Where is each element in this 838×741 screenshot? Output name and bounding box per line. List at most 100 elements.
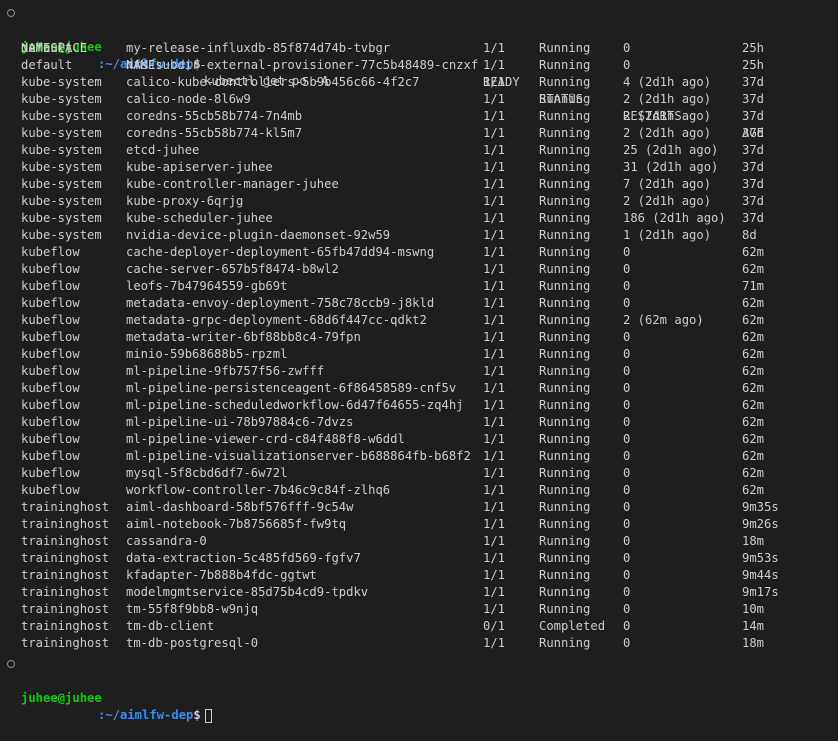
row-pod-name: metadata-writer-6bf88bb8c4-79fpn [126,330,361,344]
row-namespace: kubeflow [21,398,80,412]
row-age: 9m53s [742,551,779,565]
row-status: Running [539,517,591,531]
table-row: traininghost tm-55f8f9bb8-w9njq 1/1 Running… [0,601,838,618]
row-age: 37d [742,143,765,157]
row-ready: 1/1 [483,262,506,276]
row-restarts: 0 [623,449,631,463]
row-age: 9m17s [742,585,779,599]
row-ready: 0/1 [483,619,506,633]
row-restarts: 0 [623,619,631,633]
row-restarts: 0 [623,262,631,276]
row-status: Running [539,109,591,123]
row-status: Running [539,313,591,327]
row-namespace: kube-system [21,92,102,106]
row-ready: 1/1 [483,160,506,174]
row-pod-name: cache-server-657b5f8474-b8wl2 [126,262,339,276]
row-age: 62m [742,262,765,276]
row-age: 62m [742,245,765,259]
row-age: 62m [742,432,765,446]
row-restarts: 0 [623,58,631,72]
row-age: 9m35s [742,500,779,514]
row-age: 18m [742,636,765,650]
row-namespace: kubeflow [21,330,80,344]
row-pod-name: ml-pipeline-viewer-crd-c84f488f8-w6ddl [126,432,405,446]
row-namespace: kube-system [21,75,102,89]
row-ready: 1/1 [483,500,506,514]
row-status: Running [539,602,591,616]
row-restarts: 0 [623,432,631,446]
row-age: 8d [742,228,757,242]
row-namespace: traininghost [21,517,110,531]
row-age: 37d [742,177,765,191]
row-restarts: 0 [623,636,631,650]
row-pod-name: kube-scheduler-juhee [126,211,273,225]
table-row: kubeflow metadata-envoy-deployment-758c78… [0,295,838,312]
row-age: 62m [742,364,765,378]
row-pod-name: nfs-subdir-external-provisioner-77c5b484… [126,58,479,72]
row-status: Running [539,568,591,582]
row-namespace: kubeflow [21,449,80,463]
row-ready: 1/1 [483,228,506,242]
row-restarts: 2 (2d1h ago) [623,109,712,123]
row-namespace: kube-system [21,109,102,123]
row-pod-name: ml-pipeline-9fb757f56-zwfff [126,364,325,378]
table-row: kube-system nvidia-device-plugin-daemonse… [0,227,838,244]
row-ready: 1/1 [483,398,506,412]
row-status: Running [539,500,591,514]
row-pod-name: aiml-dashboard-58bf576fff-9c54w [126,500,354,514]
row-pod-name: tm-db-client [126,619,215,633]
row-status: Running [539,330,591,344]
row-ready: 1/1 [483,602,506,616]
row-namespace: kubeflow [21,245,80,259]
row-ready: 1/1 [483,432,506,446]
row-status: Running [539,279,591,293]
table-row: kubeflow cache-server-657b5f8474-b8wl2 1/1… [0,261,838,278]
table-row: traininghost aiml-dashboard-58bf576fff-9c… [0,499,838,516]
row-restarts: 0 [623,585,631,599]
row-status: Running [539,194,591,208]
row-pod-name: coredns-55cb58b774-kl5m7 [126,126,303,140]
row-namespace: kube-system [21,211,102,225]
row-pod-name: ml-pipeline-scheduledworkflow-6d47f64655… [126,398,464,412]
row-restarts: 4 (2d1h ago) [623,75,712,89]
terminal-window[interactable]: juhee@juhee :~/aimlfw-dep$ kubectl get p… [0,0,838,723]
prompt-path: :~/aimlfw-dep$ [98,707,212,724]
table-row: kube-system kube-controller-manager-juhee… [0,176,838,193]
row-namespace: kubeflow [21,483,80,497]
row-pod-name: kube-proxy-6qrjg [126,194,244,208]
row-ready: 1/1 [483,194,506,208]
row-age: 18m [742,534,765,548]
row-pod-name: ml-pipeline-persistenceagent-6f86458589-… [126,381,457,395]
table-row: kubeflow mysql-5f8cbd6df7-6w72l 1/1 Running… [0,465,838,482]
row-restarts: 2 (62m ago) [623,313,704,327]
row-age: 9m44s [742,568,779,582]
row-ready: 1/1 [483,517,506,531]
row-pod-name: modelmgmtservice-85d75b4cd9-tpdkv [126,585,369,599]
prompt-status-circle-icon [7,9,15,17]
row-restarts: 0 [623,568,631,582]
row-age: 37d [742,126,765,140]
row-pod-name: mysql-5f8cbd6df7-6w72l [126,466,288,480]
row-restarts: 0 [623,330,631,344]
row-status: Running [539,41,591,55]
command-prompt-line[interactable]: juhee@juhee :~/aimlfw-dep$ [0,656,838,723]
prompt-path-text: :~/aimlfw-dep [98,708,194,722]
row-status: Running [539,262,591,276]
table-row: traininghost aiml-notebook-7b8756685f-fw9… [0,516,838,533]
row-pod-name: minio-59b68688b5-rpzml [126,347,288,361]
row-pod-name: calico-node-8l6w9 [126,92,251,106]
row-pod-name: cassandra-0 [126,534,207,548]
row-ready: 1/1 [483,415,506,429]
row-restarts: 0 [623,398,631,412]
table-row: traininghost cassandra-0 1/1 Running 0 18m [0,533,838,550]
table-row: kubeflow ml-pipeline-9fb757f56-zwfff 1/1 Ru… [0,363,838,380]
row-restarts: 2 (2d1h ago) [623,92,712,106]
row-pod-name: workflow-controller-7b46c9c84f-zlhq6 [126,483,391,497]
row-ready: 1/1 [483,75,506,89]
row-status: Running [539,245,591,259]
table-row: kubeflow metadata-grpc-deployment-68d6f44… [0,312,838,329]
row-namespace: kubeflow [21,381,80,395]
row-pod-name: ml-pipeline-visualizationserver-b688864f… [126,449,471,463]
row-age: 37d [742,92,765,106]
row-pod-name: etcd-juhee [126,143,200,157]
